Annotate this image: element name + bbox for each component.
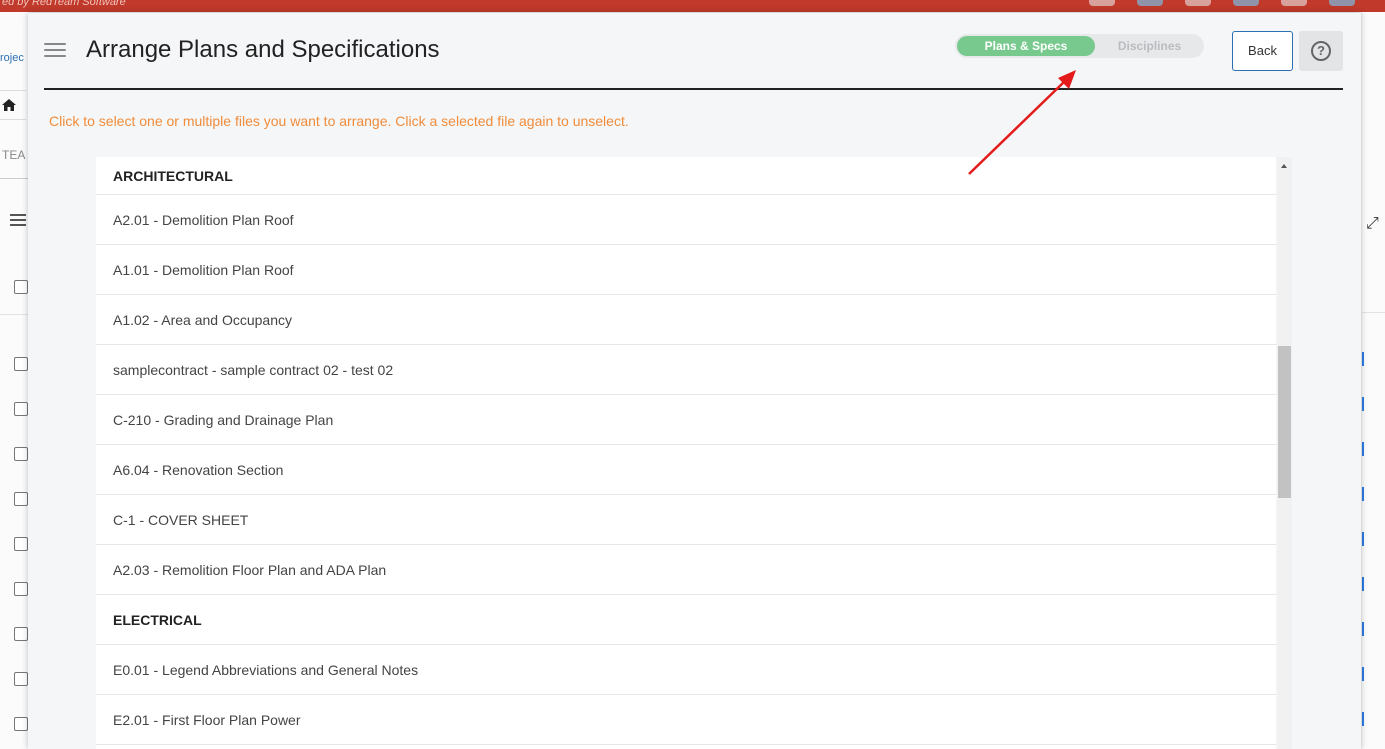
help-icon: ? [1311,41,1331,61]
row-action-marker[interactable] [1362,532,1364,546]
row-checkbox[interactable] [14,357,28,371]
brand-text: ed by RedTeam Software [2,0,126,8]
projects-link[interactable]: rojec [0,52,24,64]
row-checkbox[interactable] [14,672,28,686]
breadcrumb-home[interactable] [0,90,26,120]
row-action-marker[interactable] [1362,577,1364,591]
row-action-marker[interactable] [1362,712,1364,726]
expand-icon[interactable]: ⤢ [1366,215,1379,233]
list-item[interactable]: E2.01 - First Floor Plan Power [96,695,1276,745]
monitor-icon[interactable] [1329,0,1355,6]
header-divider [44,88,1343,90]
row-checkbox[interactable] [14,492,28,506]
mail-icon[interactable] [1137,0,1163,6]
list-item[interactable]: samplecontract - sample contract 02 - te… [96,345,1276,395]
background-left-panel: rojec TEA [0,12,28,749]
group-header-electrical: ELECTRICAL [96,595,1276,645]
row-divider [0,314,28,315]
toggle-disciplines[interactable]: Disciplines [1097,36,1202,56]
row-action-marker[interactable] [1362,487,1364,501]
list-item[interactable]: C-1 - COVER SHEET [96,495,1276,545]
row-action-marker[interactable] [1362,622,1364,636]
row-checkbox[interactable] [14,717,28,731]
list-item[interactable]: E0.01 - Legend Abbreviations and General… [96,645,1276,695]
toggle-plans-specs[interactable]: Plans & Specs [957,36,1095,56]
modal-title: Arrange Plans and Specifications [86,36,440,63]
list-scrollbar[interactable] [1277,157,1292,749]
list-item[interactable]: A1.02 - Area and Occupancy [96,295,1276,345]
background-right-panel: ⤢ [1362,12,1385,749]
megaphone-icon[interactable] [1185,0,1211,6]
copy-icon[interactable] [1233,0,1259,6]
app-top-bar: ed by RedTeam Software [0,0,1385,12]
add-icon[interactable] [1089,0,1115,6]
row-checkbox[interactable] [14,537,28,551]
help-button[interactable]: ? [1299,31,1343,71]
row-action-marker[interactable] [1362,442,1364,456]
row-checkbox[interactable] [14,582,28,596]
select-all-checkbox[interactable] [14,280,28,294]
list-item[interactable]: C-210 - Grading and Drainage Plan [96,395,1276,445]
row-action-marker[interactable] [1362,352,1364,366]
hamburger-icon[interactable] [10,214,26,229]
row-action-marker[interactable] [1362,667,1364,681]
row-action-marker[interactable] [1362,397,1364,411]
row-checkbox[interactable] [14,402,28,416]
home-icon [2,99,16,111]
scroll-up-arrow-icon[interactable] [1281,164,1287,168]
tab-fragment[interactable]: TEA [2,148,25,162]
row-divider [1362,312,1385,313]
scroll-thumb[interactable] [1278,346,1291,498]
instructions-text: Click to select one or multiple files yo… [49,113,629,129]
divider [0,178,28,179]
list-item[interactable]: A1.01 - Demolition Plan Roof [96,245,1276,295]
list-item[interactable]: A2.01 - Demolition Plan Roof [96,195,1276,245]
grid-icon[interactable] [1281,0,1307,6]
view-toggle[interactable]: Plans & Specs Disciplines [955,34,1204,58]
list-item[interactable]: A6.04 - Renovation Section [96,445,1276,495]
menu-icon[interactable] [44,43,66,59]
arrange-plans-modal: Arrange Plans and Specifications Plans &… [28,13,1361,749]
group-header-architectural: ARCHITECTURAL [96,157,1276,195]
file-list: ARCHITECTURAL A2.01 - Demolition Plan Ro… [96,157,1276,749]
top-toolbar-icons [1089,0,1355,6]
list-item[interactable]: A2.03 - Remolition Floor Plan and ADA Pl… [96,545,1276,595]
back-button[interactable]: Back [1232,31,1293,71]
row-checkbox[interactable] [14,447,28,461]
row-checkbox[interactable] [14,627,28,641]
